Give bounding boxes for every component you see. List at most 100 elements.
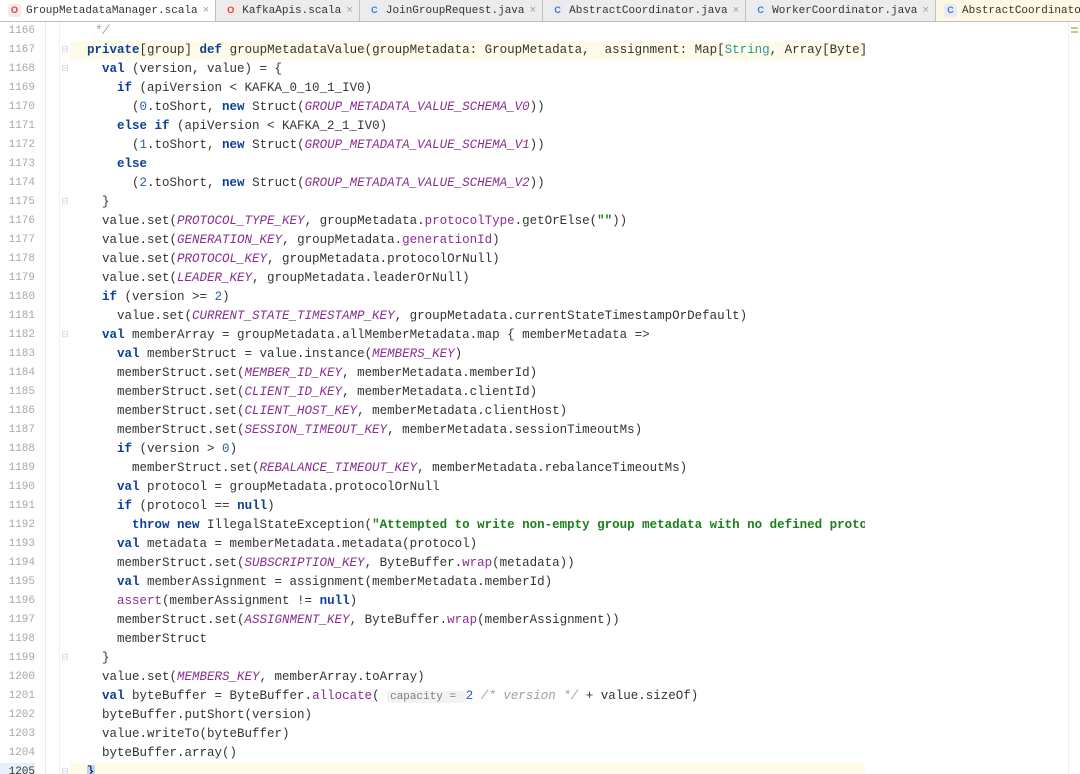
line-number[interactable]: 1168	[0, 60, 35, 79]
line-number[interactable]: 1174	[0, 174, 35, 193]
line-number[interactable]: 1184	[0, 364, 35, 383]
line-number[interactable]: 1173	[0, 155, 35, 174]
fold-column[interactable]: ⊟⊟⊟⊟⊟⊟	[60, 22, 70, 774]
close-icon[interactable]: ×	[530, 5, 537, 17]
line-number[interactable]: 1177	[0, 231, 35, 250]
line-number[interactable]: 1171	[0, 117, 35, 136]
code-line[interactable]: */	[70, 22, 1068, 41]
java-file-icon: C	[754, 4, 767, 17]
line-number[interactable]: 1182	[0, 326, 35, 345]
code-line[interactable]: byteBuffer.array()	[70, 744, 1068, 763]
code-line[interactable]: memberStruct.set(ASSIGNMENT_KEY, ByteBuf…	[70, 611, 1068, 630]
code-area[interactable]: */ private[group] def groupMetadataValue…	[70, 22, 1068, 774]
code-line[interactable]: value.set(LEADER_KEY, groupMetadata.lead…	[70, 269, 1068, 288]
line-number[interactable]: 1200	[0, 668, 35, 687]
tab-abstractcoordinator-java[interactable]: CAbstractCoordinator.java×	[543, 0, 746, 21]
close-icon[interactable]: ×	[733, 5, 740, 17]
line-number[interactable]: 1202	[0, 706, 35, 725]
scala-file-icon: O	[8, 4, 21, 17]
tab-groupmetadatamanager-scala[interactable]: OGroupMetadataManager.scala×	[0, 0, 216, 21]
line-number[interactable]: 1198	[0, 630, 35, 649]
tab-joingrouprequest-java[interactable]: CJoinGroupRequest.java×	[360, 0, 543, 21]
line-number[interactable]: 1188	[0, 440, 35, 459]
line-number[interactable]: 1205	[0, 763, 35, 774]
code-line[interactable]: }	[70, 763, 1068, 774]
close-icon[interactable]: ×	[203, 5, 210, 17]
line-number[interactable]: 1195	[0, 573, 35, 592]
line-number-gutter[interactable]: 1166116711681169117011711172117311741175…	[0, 22, 46, 774]
line-number[interactable]: 1181	[0, 307, 35, 326]
code-line[interactable]: memberStruct.set(CLIENT_ID_KEY, memberMe…	[70, 383, 1068, 402]
line-number[interactable]: 1193	[0, 535, 35, 554]
code-line[interactable]: if (version >= 2)	[70, 288, 1068, 307]
code-line[interactable]: value.writeTo(byteBuffer)	[70, 725, 1068, 744]
code-line[interactable]: assert(memberAssignment != null)	[70, 592, 1068, 611]
code-line[interactable]: val byteBuffer = ByteBuffer.allocate( ca…	[70, 687, 1068, 706]
line-number[interactable]: 1176	[0, 212, 35, 231]
line-number[interactable]: 1172	[0, 136, 35, 155]
code-line[interactable]: if (protocol == null)	[70, 497, 1068, 516]
code-line[interactable]: (2.toShort, new Struct(GROUP_METADATA_VA…	[70, 174, 1068, 193]
line-number[interactable]: 1187	[0, 421, 35, 440]
line-number[interactable]: 1191	[0, 497, 35, 516]
code-line[interactable]: value.set(MEMBERS_KEY, memberArray.toArr…	[70, 668, 1068, 687]
code-line[interactable]: val metadata = memberMetadata.metadata(p…	[70, 535, 1068, 554]
code-line[interactable]: throw new IllegalStateException("Attempt…	[70, 516, 1068, 535]
close-icon[interactable]: ×	[346, 5, 353, 17]
java-file-icon: C	[368, 4, 381, 17]
code-line[interactable]: (0.toShort, new Struct(GROUP_METADATA_VA…	[70, 98, 1068, 117]
line-number[interactable]: 1185	[0, 383, 35, 402]
code-line[interactable]: else	[70, 155, 1068, 174]
tab-kafkaapis-scala[interactable]: OKafkaApis.scala×	[216, 0, 360, 21]
code-line[interactable]: else if (apiVersion < KAFKA_2_1_IV0)	[70, 117, 1068, 136]
code-line[interactable]: if (version > 0)	[70, 440, 1068, 459]
error-stripe[interactable]	[1068, 22, 1080, 774]
line-number[interactable]: 1189	[0, 459, 35, 478]
line-number[interactable]: 1203	[0, 725, 35, 744]
line-number[interactable]: 1199	[0, 649, 35, 668]
code-line[interactable]: value.set(GENERATION_KEY, groupMetadata.…	[70, 231, 1068, 250]
line-number[interactable]: 1170	[0, 98, 35, 117]
line-number[interactable]: 1196	[0, 592, 35, 611]
code-line[interactable]: }	[70, 193, 1068, 212]
line-number[interactable]: 1179	[0, 269, 35, 288]
code-line[interactable]: value.set(PROTOCOL_KEY, groupMetadata.pr…	[70, 250, 1068, 269]
line-number[interactable]: 1194	[0, 554, 35, 573]
code-line[interactable]: private[group] def groupMetadataValue(gr…	[70, 41, 1068, 60]
code-line[interactable]: memberStruct.set(MEMBER_ID_KEY, memberMe…	[70, 364, 1068, 383]
line-number[interactable]: 1204	[0, 744, 35, 763]
line-number[interactable]: 1197	[0, 611, 35, 630]
line-number[interactable]: 1169	[0, 79, 35, 98]
code-line[interactable]: if (apiVersion < KAFKA_0_10_1_IV0)	[70, 79, 1068, 98]
line-number[interactable]: 1192	[0, 516, 35, 535]
code-line[interactable]: byteBuffer.putShort(version)	[70, 706, 1068, 725]
code-line[interactable]: memberStruct.set(REBALANCE_TIMEOUT_KEY, …	[70, 459, 1068, 478]
line-number[interactable]: 1183	[0, 345, 35, 364]
code-line[interactable]: val (version, value) = {	[70, 60, 1068, 79]
line-number[interactable]: 1186	[0, 402, 35, 421]
code-line[interactable]: val memberStruct = value.instance(MEMBER…	[70, 345, 1068, 364]
code-line[interactable]: val protocol = groupMetadata.protocolOrN…	[70, 478, 1068, 497]
line-number[interactable]: 1190	[0, 478, 35, 497]
editor-tabs[interactable]: OGroupMetadataManager.scala×OKafkaApis.s…	[0, 0, 1080, 22]
breakpoint-column[interactable]	[46, 22, 60, 774]
line-number[interactable]: 1166	[0, 22, 35, 41]
line-number[interactable]: 1201	[0, 687, 35, 706]
line-number[interactable]: 1175	[0, 193, 35, 212]
code-line[interactable]: }	[70, 649, 1068, 668]
code-line[interactable]: val memberAssignment = assignment(member…	[70, 573, 1068, 592]
code-line[interactable]: (1.toShort, new Struct(GROUP_METADATA_VA…	[70, 136, 1068, 155]
close-icon[interactable]: ×	[922, 5, 929, 17]
code-line[interactable]: value.set(PROTOCOL_TYPE_KEY, groupMetada…	[70, 212, 1068, 231]
code-line[interactable]: memberStruct.set(CLIENT_HOST_KEY, member…	[70, 402, 1068, 421]
code-line[interactable]: val memberArray = groupMetadata.allMembe…	[70, 326, 1068, 345]
code-line[interactable]: memberStruct.set(SESSION_TIMEOUT_KEY, me…	[70, 421, 1068, 440]
code-line[interactable]: memberStruct	[70, 630, 1068, 649]
tab-abstractcoordinatortest-java[interactable]: CAbstractCoordinatorTest.java×	[936, 0, 1080, 21]
code-line[interactable]: value.set(CURRENT_STATE_TIMESTAMP_KEY, g…	[70, 307, 1068, 326]
line-number[interactable]: 1178	[0, 250, 35, 269]
tab-workercoordinator-java[interactable]: CWorkerCoordinator.java×	[746, 0, 936, 21]
code-line[interactable]: memberStruct.set(SUBSCRIPTION_KEY, ByteB…	[70, 554, 1068, 573]
line-number[interactable]: 1167	[0, 41, 35, 60]
line-number[interactable]: 1180	[0, 288, 35, 307]
